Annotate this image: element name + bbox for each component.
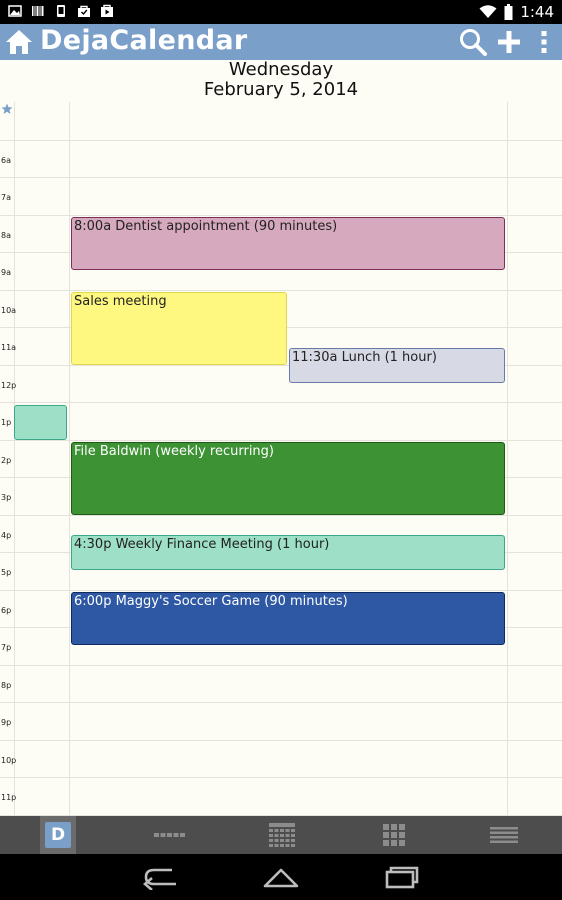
hour-line <box>0 439 562 441</box>
event-title: 8:00a Dentist appointment (90 minutes) <box>74 219 338 234</box>
image-icon <box>8 5 22 17</box>
all-day-divider <box>0 139 562 141</box>
hour-label: 1p <box>1 418 12 427</box>
event-soccer-game[interactable]: 6:00p Maggy's Soccer Game (90 minutes) <box>71 592 505 645</box>
event-teal-marker[interactable] <box>14 405 67 440</box>
event-file-baldwin[interactable]: File Baldwin (weekly recurring) <box>71 442 505 515</box>
agenda-view-icon <box>154 833 185 837</box>
hour-line <box>0 177 562 178</box>
hour-line <box>0 664 562 666</box>
hour-label: 7a <box>1 193 11 202</box>
hour-label: 11p <box>1 793 17 802</box>
bottom-view-switcher: D <box>0 816 562 854</box>
event-finance-meeting[interactable]: 4:30p Weekly Finance Meeting (1 hour) <box>71 535 505 570</box>
status-bar: 1:44 <box>0 0 562 24</box>
agenda-view-tab[interactable] <box>148 816 192 854</box>
hour-label: 6p <box>1 605 12 615</box>
hour-label: 10a <box>1 305 17 315</box>
event-title: Sales meeting <box>74 294 167 309</box>
hour-label: 8a <box>1 230 11 240</box>
star-icon[interactable] <box>1 103 13 115</box>
hour-line <box>0 777 562 778</box>
grid-column-divider <box>507 102 508 816</box>
overflow-menu-icon[interactable] <box>538 28 550 56</box>
day-view-icon: D <box>45 822 71 848</box>
hour-label: 5p <box>1 568 12 577</box>
list-view-icon <box>490 827 518 843</box>
back-icon[interactable] <box>142 864 180 890</box>
shopping-bag-icon <box>78 5 90 17</box>
barcode-icon <box>32 6 44 16</box>
hour-label: 6a <box>1 155 11 165</box>
hour-label: 2p <box>1 455 12 465</box>
hour-label: 9a <box>1 268 11 277</box>
hour-label: 10p <box>1 755 17 765</box>
event-dentist[interactable]: 8:00a Dentist appointment (90 minutes) <box>71 217 505 270</box>
date-label: February 5, 2014 <box>203 79 359 100</box>
app-screen: 1:44 DejaCalendar Wednesday February 5, … <box>0 0 562 900</box>
phone-icon <box>57 5 65 17</box>
hour-label: 12p <box>1 380 17 390</box>
event-lunch[interactable]: 11:30a Lunch (1 hour) <box>289 348 505 383</box>
month-view-tab[interactable] <box>376 816 412 854</box>
hour-label: 9p <box>1 718 12 727</box>
home-nav-icon[interactable] <box>262 864 300 890</box>
hour-label: 7p <box>1 643 12 652</box>
recent-apps-icon[interactable] <box>382 864 420 890</box>
hour-line <box>0 589 562 591</box>
hour-label: 8p <box>1 680 12 690</box>
home-icon[interactable] <box>4 28 34 56</box>
day-grid[interactable]: 6a 7a 8a 9a 10a 11a 12p 1p 2p 3p 4p 5p 6p 7p 8p 9p 10p 11… <box>0 102 562 816</box>
month-view-icon <box>383 824 405 846</box>
event-title: 4:30p Weekly Finance Meeting (1 hour) <box>74 537 330 552</box>
hour-line <box>0 739 562 741</box>
list-view-tab[interactable] <box>484 816 524 854</box>
hour-line <box>0 214 562 216</box>
battery-icon <box>504 4 513 20</box>
hour-label: 11a <box>1 343 17 352</box>
app-title: DejaCalendar <box>40 25 248 56</box>
search-icon[interactable] <box>458 28 488 56</box>
grid-column-divider <box>14 102 15 816</box>
play-store-icon <box>101 4 113 17</box>
event-sales-meeting[interactable]: Sales meeting <box>71 292 287 365</box>
clock: 1:44 <box>520 3 554 21</box>
hour-line <box>0 402 562 403</box>
grid-column-divider <box>69 102 70 816</box>
hour-label: 3p <box>1 493 12 502</box>
system-navigation-bar <box>0 854 562 900</box>
weekday-label: Wednesday <box>228 59 334 80</box>
action-bar: DejaCalendar <box>0 24 562 60</box>
event-title: 6:00p Maggy's Soccer Game (90 minutes) <box>74 594 348 609</box>
event-title: 11:30a Lunch (1 hour) <box>292 350 437 365</box>
hour-line <box>0 702 562 703</box>
date-header[interactable]: Wednesday February 5, 2014 <box>0 60 562 102</box>
hour-label: 4p <box>1 530 12 540</box>
week-view-tab[interactable] <box>264 816 300 854</box>
event-title: File Baldwin (weekly recurring) <box>74 444 274 459</box>
wifi-icon <box>479 5 497 18</box>
add-icon[interactable] <box>496 28 522 56</box>
week-view-icon <box>269 823 295 847</box>
hour-line <box>0 289 562 291</box>
day-view-tab[interactable]: D <box>40 816 76 854</box>
